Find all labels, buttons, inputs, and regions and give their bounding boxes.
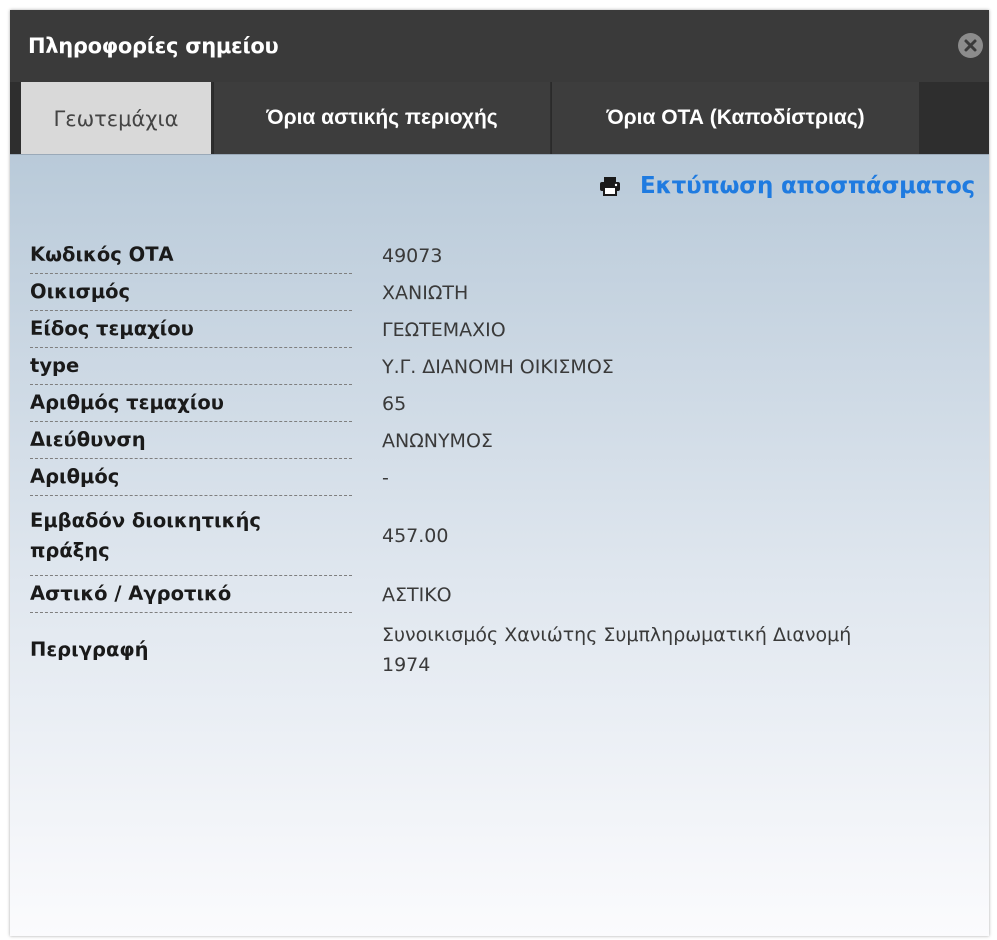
- printer-icon: [600, 177, 620, 196]
- field-value: ΧΑΝΙΩΤΗ: [382, 281, 469, 304]
- table-row: Διεύθυνση ΑΝΩΝΥΜΟΣ: [30, 422, 970, 459]
- tab-municipality-limits[interactable]: Όρια ΟΤΑ (Καποδίστριας): [551, 82, 919, 154]
- field-key: Είδος τεμαχίου: [30, 311, 352, 348]
- point-info-panel: Πληροφορίες σημείου Γεωτεμάχια Όρια αστι…: [10, 10, 989, 936]
- field-key: Περιγραφή: [30, 638, 149, 661]
- tab-parcels[interactable]: Γεωτεμάχια: [21, 82, 211, 155]
- table-row: Αριθμός -: [30, 459, 970, 496]
- close-icon[interactable]: [958, 33, 983, 58]
- tab-bar: Γεωτεμάχια Όρια αστικής περιοχής Όρια ΟΤ…: [10, 82, 989, 155]
- table-row: Αστικό / Αγροτικό ΑΣΤΙΚΟ: [30, 576, 970, 613]
- field-value: -: [382, 466, 389, 489]
- table-row: Κωδικός ΟΤΑ 49073: [30, 237, 970, 274]
- field-key: Οικισμός: [30, 274, 352, 311]
- field-key: Αριθμός τεμαχίου: [30, 385, 352, 422]
- field-key: Αριθμός: [30, 459, 352, 496]
- field-key: Κωδικός ΟΤΑ: [30, 237, 352, 274]
- attributes-table: Κωδικός ΟΤΑ 49073 Οικισμός ΧΑΝΙΩΤΗ Είδος…: [30, 237, 970, 687]
- table-row: Είδος τεμαχίου ΓΕΩΤΕΜΑΧΙΟ: [30, 311, 970, 348]
- table-row: Οικισμός ΧΑΝΙΩΤΗ: [30, 274, 970, 311]
- field-value: Υ.Γ. ΔΙΑΝΟΜΗ ΟΙΚΙΣΜΟΣ: [382, 355, 614, 378]
- field-value: ΓΕΩΤΕΜΑΧΙΟ: [382, 318, 506, 341]
- panel-titlebar: Πληροφορίες σημείου: [10, 10, 989, 82]
- field-value: 49073: [382, 244, 443, 267]
- print-extract-link[interactable]: Εκτύπωση αποσπάσματος: [600, 173, 975, 199]
- tab-urban-limits[interactable]: Όρια αστικής περιοχής: [213, 82, 550, 154]
- table-row: Αριθμός τεμαχίου 65: [30, 385, 970, 422]
- field-value: ΑΣΤΙΚΟ: [382, 583, 452, 606]
- field-key: Αστικό / Αγροτικό: [30, 576, 352, 613]
- field-key: type: [30, 348, 352, 385]
- field-value: 65: [382, 392, 407, 415]
- panel-title: Πληροφορίες σημείου: [28, 34, 279, 58]
- field-key: Διεύθυνση: [30, 422, 352, 459]
- field-key: Εμβαδόν διοικητικής πράξης: [30, 496, 352, 576]
- print-extract-label[interactable]: Εκτύπωση αποσπάσματος: [640, 173, 975, 199]
- tab-content: Εκτύπωση αποσπάσματος Κωδικός ΟΤΑ 49073 …: [10, 154, 989, 936]
- field-value: Συνοικισμός Χανιώτης Συμπληρωματική Διαν…: [382, 624, 852, 676]
- table-row: type Υ.Γ. ΔΙΑΝΟΜΗ ΟΙΚΙΣΜΟΣ: [30, 348, 970, 385]
- field-value: ΑΝΩΝΥΜΟΣ: [382, 429, 493, 452]
- table-row: Περιγραφή Συνοικισμός Χανιώτης Συμπληρωμ…: [30, 613, 970, 687]
- table-row: Εμβαδόν διοικητικής πράξης 457.00: [30, 496, 970, 576]
- field-value: 457.00: [382, 525, 449, 547]
